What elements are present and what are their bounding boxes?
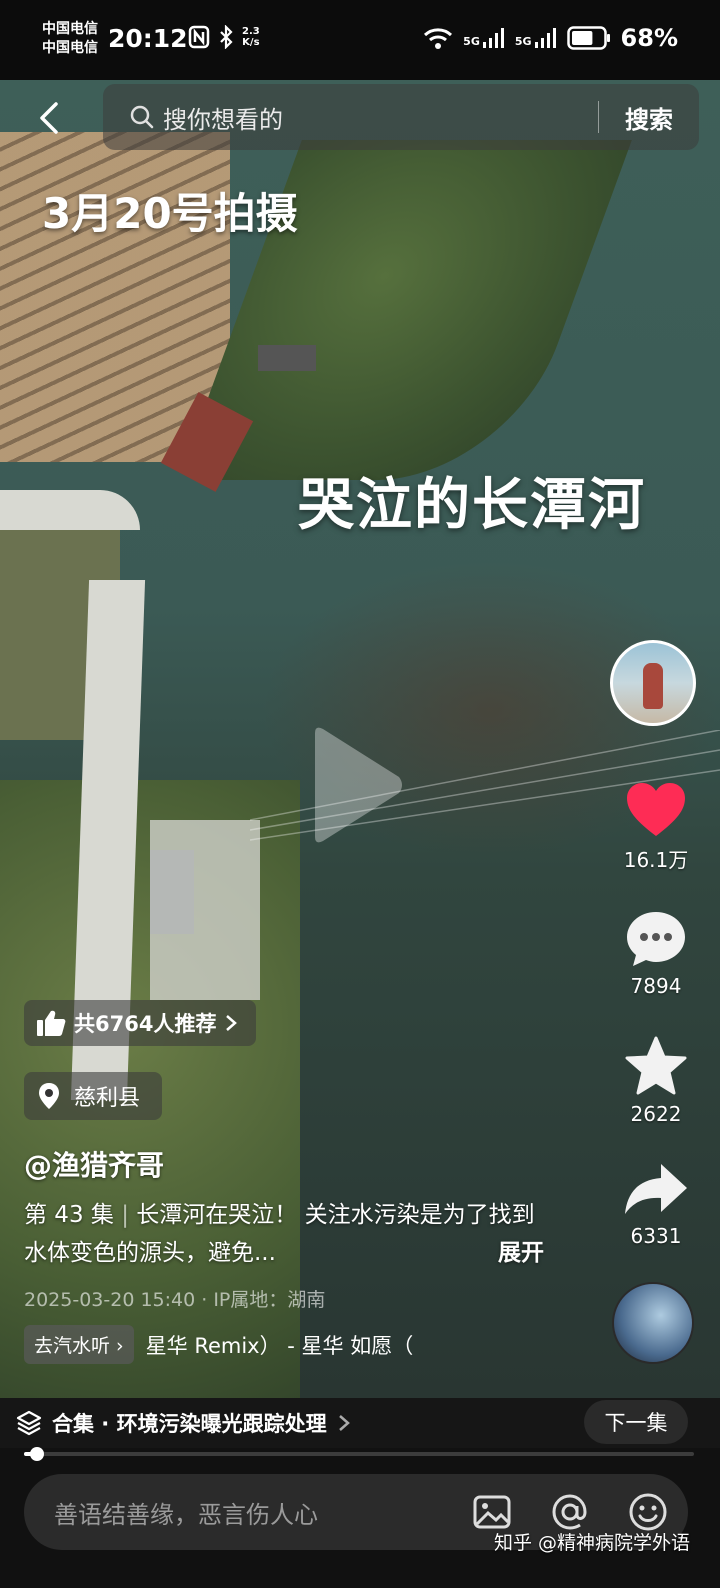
location-chip[interactable]: 慈利县 <box>24 1072 163 1120</box>
avatar-person <box>643 663 663 709</box>
image-icon[interactable] <box>472 1492 512 1532</box>
next-episode-button[interactable]: 下一集 <box>584 1400 688 1444</box>
favorite-button[interactable]: 2622 <box>616 1036 696 1126</box>
music-disc[interactable] <box>612 1282 694 1364</box>
status-bar: 中国电信 中国电信 20:12 2.3 K/s 5G 5G 68% <box>0 0 720 80</box>
battery-percent: 68% <box>620 24 678 52</box>
video-building <box>150 850 194 934</box>
like-button[interactable]: 16.1万 <box>616 782 696 873</box>
mention-icon[interactable] <box>550 1492 590 1532</box>
heart-icon <box>627 783 685 836</box>
video-building <box>258 345 316 371</box>
battery-icon <box>566 26 610 50</box>
signal-bars-icon <box>482 28 504 48</box>
favorite-count: 2622 <box>630 1102 682 1126</box>
collection-label: 合集 · 环境污染曝光跟踪处理 <box>52 1412 327 1436</box>
signal-5g-2: 5G <box>515 28 557 48</box>
music-title: 星华 Remix） - 星华 如愿（ <box>145 1333 414 1358</box>
video-caption-title: 哭泣的长潭河 <box>298 473 646 538</box>
status-icons-right: 5G 5G 68% <box>423 24 678 52</box>
recommend-text: 共6764人推荐 <box>74 1012 217 1036</box>
clock: 20:12 <box>108 24 188 53</box>
layers-icon <box>16 1410 42 1436</box>
wifi-icon <box>424 28 453 49</box>
star-icon <box>625 1036 687 1095</box>
video-progress-bar[interactable] <box>24 1447 694 1461</box>
share-count: 6331 <box>630 1224 682 1248</box>
location-text: 慈利县 <box>74 1086 141 1111</box>
recommend-chip[interactable]: 共6764人推荐 <box>24 1000 257 1046</box>
carrier-labels: 中国电信 中国电信 <box>42 20 98 58</box>
share-icon <box>625 1164 687 1214</box>
comment-button[interactable]: 7894 <box>616 910 696 998</box>
author-avatar[interactable] <box>610 640 696 726</box>
signal-bars-icon <box>534 28 556 48</box>
video-caption-date: 3月20号拍摄 <box>42 189 298 238</box>
comment-input[interactable]: 善语结善缘，恶言伤人心 <box>54 1495 472 1530</box>
nfc-icon <box>188 25 210 49</box>
music-row[interactable]: 去汽水听 › 星华 Remix） - 星华 如愿（ <box>24 1325 413 1364</box>
author-name[interactable]: @渔猎齐哥 <box>24 1144 164 1184</box>
back-arrow-icon[interactable] <box>30 98 70 138</box>
signal-5g-1: 5G <box>463 28 505 48</box>
chevron-right-icon <box>226 1015 238 1031</box>
net-speed: 2.3 K/s <box>242 26 260 48</box>
bluetooth-icon <box>220 25 233 49</box>
carrier-2: 中国电信 <box>42 40 98 56</box>
location-pin-icon <box>39 1083 59 1109</box>
search-bar[interactable]: 搜你想看的 搜索 <box>103 84 699 150</box>
like-count: 16.1万 <box>623 848 689 872</box>
post-meta: 2025-03-20 15:40 · IP属地：湖南 <box>24 1289 326 1311</box>
carrier-1: 中国电信 <box>42 21 98 37</box>
search-button[interactable]: 搜索 <box>599 100 699 135</box>
search-input[interactable]: 搜你想看的 <box>163 100 598 135</box>
emoji-icon[interactable] <box>628 1492 668 1532</box>
comment-count: 7894 <box>630 974 682 998</box>
zhihu-watermark: 知乎 @精神病院学外语 <box>493 1532 690 1554</box>
progress-handle[interactable] <box>30 1447 45 1461</box>
share-button[interactable]: 6331 <box>616 1162 696 1248</box>
listen-chip[interactable]: 去汽水听 › <box>24 1325 134 1364</box>
video-description[interactable]: 第 43 集 | 长潭河在哭泣！ 关注水污染是为了找到水体变色的源头，避免...… <box>24 1196 544 1272</box>
play-icon[interactable] <box>305 725 405 845</box>
thumbs-up-icon <box>37 1010 66 1036</box>
episode-label: 第 43 集 <box>24 1202 114 1228</box>
video-road <box>0 490 140 530</box>
chevron-right-icon <box>338 1415 350 1431</box>
expand-button[interactable]: 展开 <box>498 1234 544 1272</box>
status-icons-left: 2.3 K/s <box>188 25 260 49</box>
comment-icon <box>627 912 685 966</box>
search-icon <box>130 105 154 129</box>
